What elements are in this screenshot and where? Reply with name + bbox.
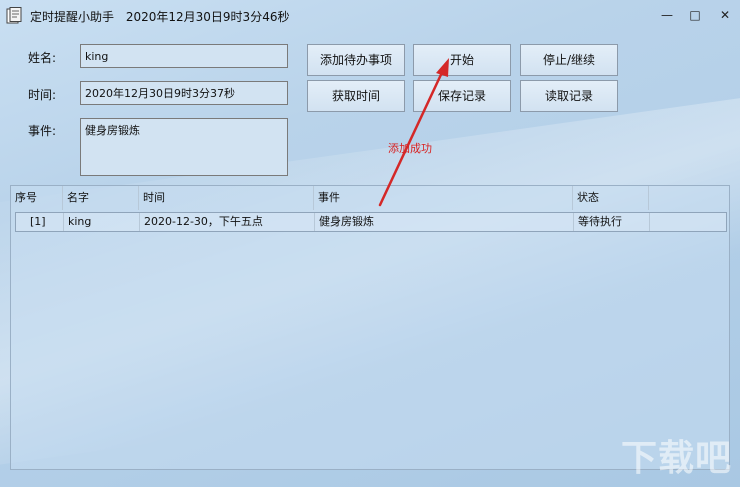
column-header-name[interactable]: 名字	[63, 186, 139, 210]
row-index: [1]	[16, 213, 64, 231]
close-button[interactable]: ✕	[712, 4, 738, 26]
row-name: king	[64, 213, 140, 231]
add-todo-button[interactable]: 添加待办事项	[307, 44, 405, 76]
minimize-button[interactable]: —	[654, 4, 680, 26]
event-label: 事件:	[28, 124, 57, 138]
column-header-time[interactable]: 时间	[139, 186, 314, 210]
row-time: 2020-12-30，下午五点	[140, 213, 315, 231]
save-record-button[interactable]: 保存记录	[413, 80, 511, 112]
start-button[interactable]: 开始	[413, 44, 511, 76]
app-window: 定时提醒小助手 2020年12月30日9时3分46秒 — □ ✕ 姓名: 时间:…	[0, 0, 740, 487]
status-message: 添加成功	[388, 142, 432, 155]
name-label: 姓名:	[28, 51, 57, 65]
list-header: 序号 名字 时间 事件 状态	[11, 186, 729, 210]
window-title: 定时提醒小助手 2020年12月30日9时3分46秒	[30, 8, 289, 25]
get-time-button[interactable]: 获取时间	[307, 80, 405, 112]
row-status: 等待执行	[574, 213, 650, 231]
table-row[interactable]: [1] king 2020-12-30，下午五点 健身房锻炼 等待执行	[15, 212, 727, 232]
app-title: 定时提醒小助手	[30, 10, 115, 24]
watermark-logo: 下载吧	[620, 438, 732, 479]
event-textarea[interactable]: 健身房锻炼	[80, 118, 288, 176]
read-record-button[interactable]: 读取记录	[520, 80, 618, 112]
maximize-button[interactable]: □	[682, 4, 708, 26]
title-bar: 定时提醒小助手 2020年12月30日9时3分46秒 — □ ✕	[0, 0, 740, 32]
time-input[interactable]	[80, 81, 288, 105]
stop-continue-button[interactable]: 停止/继续	[520, 44, 618, 76]
column-header-status[interactable]: 状态	[573, 186, 649, 210]
row-event: 健身房锻炼	[315, 213, 574, 231]
column-header-index[interactable]: 序号	[11, 186, 63, 210]
column-header-event[interactable]: 事件	[314, 186, 573, 210]
todo-list-view[interactable]: 序号 名字 时间 事件 状态 [1] king 2020-12-30，下午五点 …	[10, 185, 730, 470]
app-document-icon	[6, 7, 22, 24]
name-input[interactable]	[80, 44, 288, 68]
title-time: 2020年12月30日9时3分46秒	[125, 10, 290, 24]
time-label: 时间:	[28, 88, 57, 102]
